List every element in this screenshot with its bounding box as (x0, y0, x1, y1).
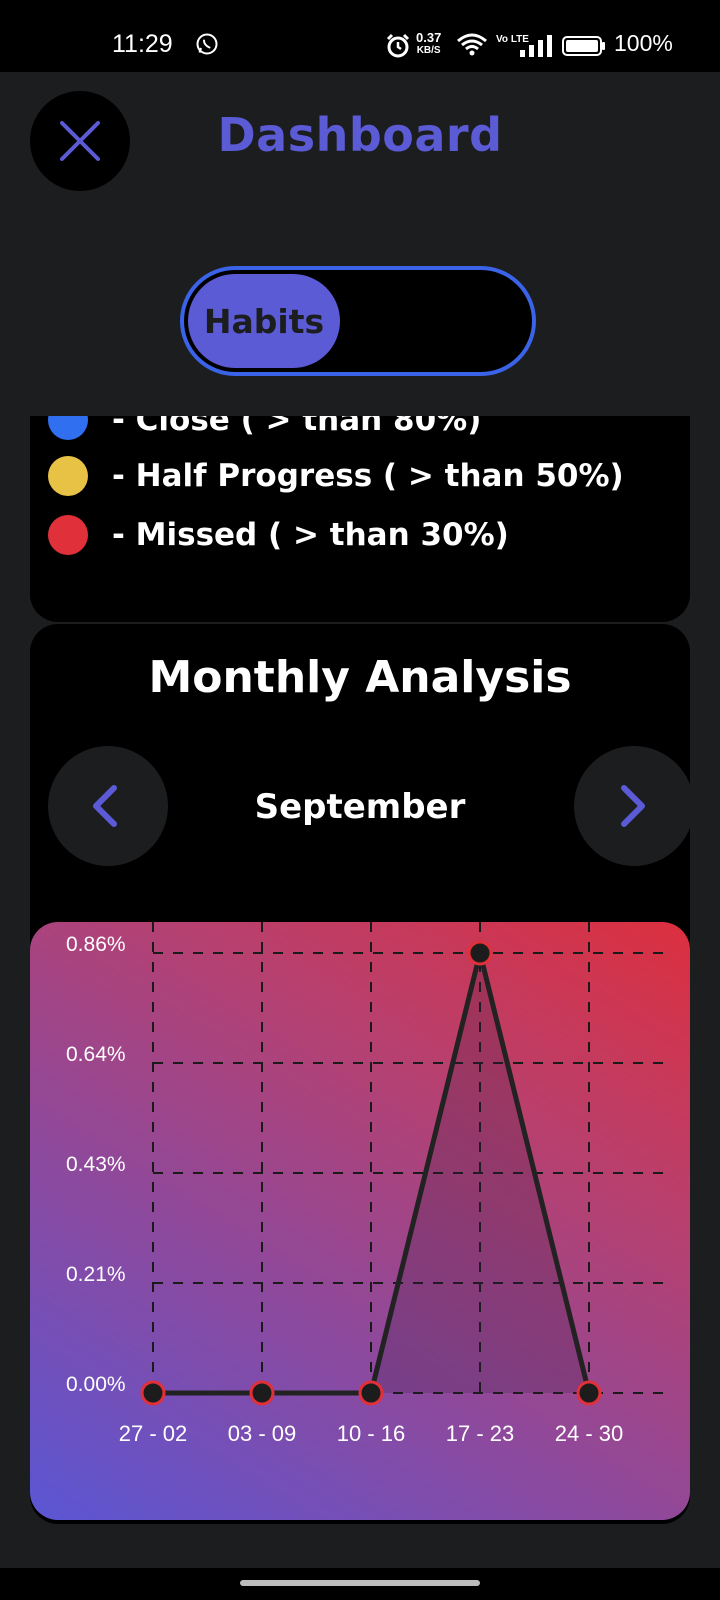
wifi-icon (457, 33, 487, 56)
home-indicator[interactable] (240, 1580, 480, 1586)
x-tick-label: 03 - 09 (228, 1421, 297, 1446)
x-tick-label: 17 - 23 (446, 1421, 515, 1446)
status-bar (0, 0, 720, 72)
line-chart: 0.00% 0.21% 0.43% 0.64% 0.86% 27 - 02 03 - 09 1… (66, 922, 670, 1446)
monthly-chart: 0.00% 0.21% 0.43% 0.64% 0.86% 27 - 02 03 - 09 1… (30, 922, 690, 1520)
data-point (358, 1380, 384, 1406)
battery-icon (562, 36, 605, 56)
legend-item-half-progress: - Half Progress ( > than 50%) (48, 454, 624, 498)
signal-icon (520, 35, 552, 57)
data-point (249, 1380, 275, 1406)
legend-card: - Close ( > than 80%) - Half Progress ( … (30, 416, 690, 622)
x-tick-label: 10 - 16 (337, 1421, 406, 1446)
battery-percentage: 100% (614, 30, 673, 56)
status-time: 11:29 (112, 30, 173, 58)
data-point (576, 1380, 602, 1406)
next-month-button[interactable] (574, 746, 694, 866)
blue-dot-icon (48, 416, 88, 440)
monthly-analysis-card: Monthly Analysis September 0.00% 0.21% 0.4… (30, 624, 694, 1524)
x-tick-label: 24 - 30 (555, 1421, 624, 1446)
whatsapp-icon (196, 33, 218, 55)
y-tick-label: 0.43% (66, 1153, 126, 1176)
monthly-title: Monthly Analysis (148, 652, 572, 703)
page-title: Dashboard (217, 108, 503, 162)
y-tick-label: 0.00% (66, 1373, 126, 1396)
alarm-icon (386, 33, 410, 58)
legend-item-close: - Close ( > than 80%) (48, 416, 481, 442)
data-point (140, 1380, 166, 1406)
net-speed: 0.37 KB/S (416, 30, 442, 56)
yellow-dot-icon (48, 456, 88, 496)
view-toggle[interactable]: Habits (180, 266, 536, 376)
x-tick-label: 27 - 02 (119, 1421, 188, 1446)
chevron-right-icon (621, 785, 645, 827)
data-point (467, 940, 493, 966)
toggle-habits-option[interactable]: Habits (188, 274, 340, 368)
legend-item-missed: - Missed ( > than 30%) (48, 513, 509, 557)
red-dot-icon (48, 515, 88, 555)
y-tick-label: 0.86% (66, 933, 126, 956)
y-tick-label: 0.64% (66, 1043, 126, 1066)
y-tick-label: 0.21% (66, 1263, 126, 1286)
